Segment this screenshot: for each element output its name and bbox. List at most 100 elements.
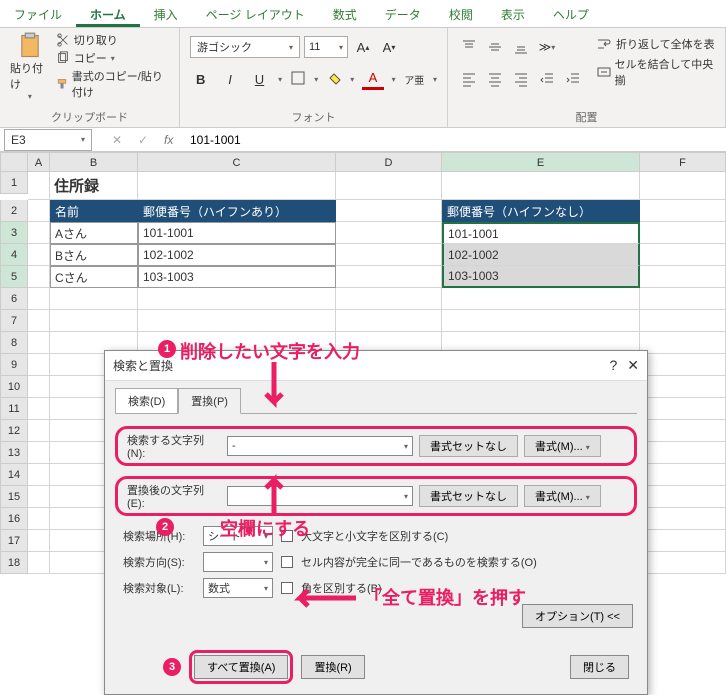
cell[interactable]	[640, 508, 726, 530]
cell[interactable]	[640, 464, 726, 486]
cell[interactable]	[28, 398, 50, 420]
italic-button[interactable]: I	[219, 68, 240, 90]
cell[interactable]	[138, 310, 336, 332]
font-size-select[interactable]: 11▾	[304, 36, 348, 58]
tab-help[interactable]: ヘルプ	[539, 0, 603, 27]
align-center-button[interactable]	[484, 68, 506, 90]
cell[interactable]	[336, 266, 442, 288]
tab-view[interactable]: 表示	[487, 0, 539, 27]
cell[interactable]	[640, 200, 726, 222]
col-header[interactable]: E	[442, 152, 640, 172]
tab-find[interactable]: 検索(D)	[115, 388, 178, 414]
tab-review[interactable]: 校閲	[435, 0, 487, 27]
cell[interactable]: Cさん	[50, 266, 138, 288]
cell[interactable]: 名前	[50, 200, 138, 222]
underline-button[interactable]: U	[249, 68, 270, 90]
cell[interactable]	[28, 200, 50, 222]
align-left-button[interactable]	[458, 68, 480, 90]
phonetic-button[interactable]: ア亜	[404, 68, 425, 90]
align-middle-button[interactable]	[484, 36, 506, 58]
cell[interactable]	[336, 222, 442, 244]
shrink-font-button[interactable]: A▾	[378, 36, 400, 58]
col-header[interactable]: D	[336, 152, 442, 172]
tab-replace[interactable]: 置換(P)	[178, 388, 241, 414]
paste-button[interactable]: 貼り付け ▾	[10, 32, 50, 101]
cell[interactable]	[640, 398, 726, 420]
row-header[interactable]: 9	[0, 354, 28, 376]
merge-button[interactable]: セルを結合して中央揃	[596, 56, 715, 88]
tab-home[interactable]: ホーム	[76, 0, 140, 27]
col-header[interactable]: A	[28, 152, 50, 172]
row-header[interactable]: 13	[0, 442, 28, 464]
cell[interactable]: Bさん	[50, 244, 138, 266]
indent-dec-button[interactable]	[536, 68, 558, 90]
row-header[interactable]: 14	[0, 464, 28, 486]
tab-file[interactable]: ファイル	[0, 0, 76, 27]
cell[interactable]	[640, 172, 726, 200]
cell[interactable]	[50, 310, 138, 332]
whole-checkbox[interactable]	[281, 556, 293, 568]
cell[interactable]: 101-1001	[442, 222, 640, 244]
options-button[interactable]: オプション(T) <<	[522, 604, 633, 628]
cell[interactable]	[28, 420, 50, 442]
row-header[interactable]: 3	[0, 222, 28, 244]
cell[interactable]	[640, 354, 726, 376]
cell[interactable]	[336, 288, 442, 310]
cell[interactable]	[28, 508, 50, 530]
row-header[interactable]: 6	[0, 288, 28, 310]
formula-input[interactable]	[190, 133, 390, 147]
tab-formula[interactable]: 数式	[319, 0, 371, 27]
cell[interactable]	[138, 172, 336, 200]
cell[interactable]	[28, 464, 50, 486]
cell[interactable]	[336, 200, 442, 222]
indent-inc-button[interactable]	[562, 68, 584, 90]
cell[interactable]	[442, 172, 640, 200]
cell[interactable]	[640, 376, 726, 398]
cell[interactable]: 郵便番号（ハイフンあり）	[138, 200, 336, 222]
cell[interactable]	[336, 310, 442, 332]
select-all-corner[interactable]	[0, 152, 28, 172]
cell[interactable]	[28, 530, 50, 552]
cell[interactable]	[336, 244, 442, 266]
cell[interactable]	[640, 442, 726, 464]
row-header[interactable]: 12	[0, 420, 28, 442]
cell[interactable]	[50, 288, 138, 310]
where-select[interactable]: シート▾	[203, 526, 273, 546]
cell[interactable]	[640, 244, 726, 266]
cell[interactable]	[640, 486, 726, 508]
cell[interactable]: 101-1001	[138, 222, 336, 244]
dir-select[interactable]: ▾	[203, 552, 273, 572]
replace-input[interactable]: ▾	[227, 486, 413, 506]
cell[interactable]: 住所録	[50, 172, 138, 200]
cell[interactable]	[28, 244, 50, 266]
border-button[interactable]	[290, 70, 306, 89]
find-format-none[interactable]: 書式セットなし	[419, 435, 518, 457]
cell[interactable]	[28, 266, 50, 288]
cell[interactable]	[640, 222, 726, 244]
wrap-text-button[interactable]: 折り返して全体を表	[596, 36, 715, 52]
row-header[interactable]: 2	[0, 200, 28, 222]
fill-color-button[interactable]	[326, 70, 342, 89]
cut-button[interactable]: 切り取り	[56, 32, 169, 48]
cell[interactable]	[442, 288, 640, 310]
cell[interactable]: Aさん	[50, 222, 138, 244]
row-header[interactable]: 1	[0, 172, 28, 194]
cell[interactable]	[640, 552, 726, 574]
cell[interactable]	[28, 486, 50, 508]
cell[interactable]: 103-1003	[138, 266, 336, 288]
tab-insert[interactable]: 挿入	[140, 0, 192, 27]
format-painter-button[interactable]: 書式のコピー/貼り付け	[56, 68, 169, 100]
cell[interactable]	[28, 442, 50, 464]
name-box[interactable]: E3▾	[4, 129, 92, 151]
cell[interactable]	[640, 332, 726, 354]
row-header[interactable]: 18	[0, 552, 28, 574]
copy-button[interactable]: コピー▾	[56, 50, 169, 66]
cell[interactable]	[28, 288, 50, 310]
replace-format-button[interactable]: 書式(M)... ▾	[524, 485, 601, 507]
row-header[interactable]: 4	[0, 244, 28, 266]
replace-all-button[interactable]: すべて置換(A)	[194, 655, 288, 679]
align-top-button[interactable]	[458, 36, 480, 58]
fx-button[interactable]: fx	[164, 133, 184, 147]
grow-font-button[interactable]: A▴	[352, 36, 374, 58]
cell[interactable]	[28, 552, 50, 574]
